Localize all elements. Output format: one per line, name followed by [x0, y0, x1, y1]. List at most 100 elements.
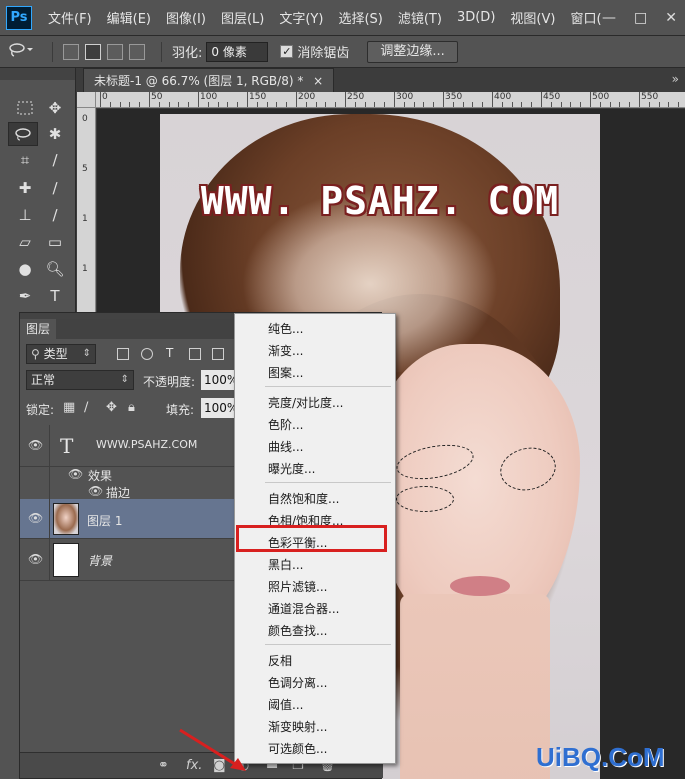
visibility-eye-icon[interactable]: 👁︎ [28, 511, 43, 525]
menu-filter[interactable]: 滤镜(T) [398, 8, 442, 27]
lock-pixels-icon[interactable]: ∕ [84, 400, 88, 415]
lock-all-icon[interactable]: 🔒︎ [128, 400, 135, 415]
tab-close-icon[interactable]: × [313, 74, 323, 88]
add-to-selection-icon[interactable] [85, 43, 101, 60]
menu-threshold[interactable]: 阈值... [268, 696, 303, 713]
antialias-checkbox[interactable]: ✓ [280, 45, 294, 58]
document-tab[interactable]: 未标题-1 @ 66.7% (图层 1, RGB/8) * × [83, 68, 335, 92]
move-tool-icon[interactable]: ✥ [40, 96, 70, 120]
lock-label: 锁定: [26, 403, 55, 417]
type-tool-icon[interactable]: T [40, 284, 70, 308]
close-icon[interactable]: ✕ [665, 10, 677, 26]
ruler-label: 400 [494, 92, 512, 102]
menu-file[interactable]: 文件(F) [48, 8, 92, 27]
eyedropper-icon[interactable]: ∕ [40, 148, 70, 172]
menu-photo-filter[interactable]: 照片滤镜... [268, 578, 327, 595]
minimize-icon[interactable]: — [602, 10, 616, 26]
ruler-label: 0 [82, 114, 88, 124]
lock-position-icon[interactable]: ✥ [106, 400, 117, 415]
smart-object-filter-icon[interactable] [212, 348, 224, 360]
ruler-tick [629, 102, 631, 107]
menu-view[interactable]: 视图(V) [510, 8, 555, 27]
menu-image[interactable]: 图像(I) [166, 8, 206, 27]
menu-separator [265, 482, 391, 483]
feather-input[interactable]: 0 像素 [206, 41, 269, 62]
menu-invert[interactable]: 反相 [268, 652, 292, 669]
adjustment-filter-icon[interactable] [141, 348, 153, 360]
layer-name: WWW.PSAHZ.COM [96, 438, 198, 451]
ruler-tick [207, 102, 209, 107]
document-title: 未标题-1 @ 66.7% (图层 1, RGB/8) * [94, 74, 304, 88]
blur-tool-icon[interactable]: ● [10, 257, 40, 281]
ruler-tick [345, 92, 346, 107]
layer-filter-select[interactable]: ⚲ 类型 ⇕ [26, 344, 96, 364]
menu-color-lookup[interactable]: 颜色查找... [268, 622, 327, 639]
lock-transparency-icon[interactable]: ▦ [63, 400, 75, 415]
magic-wand-icon[interactable]: ✱ [40, 122, 70, 146]
menu-select[interactable]: 选择(S) [338, 8, 382, 27]
menu-channel-mixer[interactable]: 通道混合器... [268, 600, 339, 617]
crop-tool-icon[interactable]: ⌗ [10, 148, 40, 172]
lasso-tool-icon[interactable] [8, 122, 38, 146]
ruler-tick [492, 92, 493, 107]
fill-label: 填充: [166, 403, 195, 417]
new-selection-icon[interactable] [63, 43, 79, 60]
gradient-tool-icon[interactable]: ▭ [40, 230, 70, 254]
visibility-eye-icon[interactable]: 👁︎ [88, 484, 103, 498]
pen-tool-icon[interactable]: ✒ [10, 284, 40, 308]
ruler-tick [482, 102, 484, 107]
clone-stamp-icon[interactable]: ⊥ [10, 203, 40, 227]
menu-solid-color[interactable]: 纯色... [268, 320, 303, 337]
menu-levels[interactable]: 色阶... [268, 416, 303, 433]
visibility-eye-icon[interactable]: 👁︎ [68, 467, 83, 481]
menu-gradient[interactable]: 渐变... [268, 342, 303, 359]
ruler-corner[interactable] [77, 92, 96, 108]
ruler-tick [443, 92, 444, 107]
blend-mode-select[interactable]: 正常 ⇕ [26, 370, 134, 390]
shape-filter-icon[interactable] [189, 348, 201, 360]
tab-layers[interactable]: 图层 [20, 319, 57, 339]
menu-brightness-contrast[interactable]: 亮度/对比度... [268, 394, 344, 411]
ruler-top[interactable]: 0 50 100 150 200 250 300 350 400 450 500 550 [96, 92, 685, 108]
intersect-selection-icon[interactable] [129, 43, 145, 60]
window-controls: — □ ✕ [602, 0, 677, 36]
maximize-icon[interactable]: □ [634, 10, 647, 26]
visibility-eye-icon[interactable]: 👁︎ [28, 552, 43, 566]
ruler-tick [511, 102, 513, 107]
ruler-tick [364, 102, 366, 107]
opacity-input[interactable]: 100% [201, 370, 238, 390]
fill-input[interactable]: 100% [201, 398, 238, 418]
menu-pattern[interactable]: 图案... [268, 364, 303, 381]
menu-window[interactable]: 窗口( [570, 8, 601, 27]
menu-posterize[interactable]: 色调分离... [268, 674, 327, 691]
menu-3d[interactable]: 3D(D) [457, 10, 495, 25]
subtract-selection-icon[interactable] [107, 43, 123, 60]
selection-marquee-left-lash [396, 486, 454, 512]
healing-brush-icon[interactable]: ✚ [10, 176, 40, 200]
marquee-tool-icon[interactable] [10, 96, 40, 120]
history-brush-icon[interactable]: ∕ [40, 203, 70, 227]
link-icon[interactable]: ⚭ [158, 758, 169, 773]
refine-edge-button[interactable]: 调整边缘... [367, 40, 458, 63]
menu-edit[interactable]: 编辑(E) [107, 8, 151, 27]
tools-header[interactable] [0, 68, 75, 80]
menu-selective-color[interactable]: 可选颜色... [268, 740, 327, 757]
pixel-filter-icon[interactable] [117, 348, 129, 360]
ruler-tick [599, 102, 601, 107]
menu-black-white[interactable]: 黑白... [268, 556, 303, 573]
brush-tool-icon[interactable]: ∕ [40, 176, 70, 200]
menu-gradient-map[interactable]: 渐变映射... [268, 718, 327, 735]
menu-type[interactable]: 文字(Y) [279, 8, 323, 27]
lasso-preset-icon[interactable] [8, 42, 34, 62]
menu-vibrance[interactable]: 自然饱和度... [268, 490, 339, 507]
dodge-tool-icon[interactable]: 🔍︎ [40, 257, 70, 281]
menu-curves[interactable]: 曲线... [268, 438, 303, 455]
eraser-icon[interactable]: ▱ [10, 230, 40, 254]
menu-layer[interactable]: 图层(L) [221, 8, 264, 27]
visibility-eye-icon[interactable]: 👁︎ [28, 438, 43, 452]
tab-overflow-icon[interactable]: » [672, 72, 679, 86]
type-filter-icon[interactable]: T [166, 346, 173, 360]
photo-lips [450, 576, 510, 596]
menu-exposure[interactable]: 曝光度... [268, 460, 315, 477]
ruler-label: 350 [445, 92, 463, 102]
